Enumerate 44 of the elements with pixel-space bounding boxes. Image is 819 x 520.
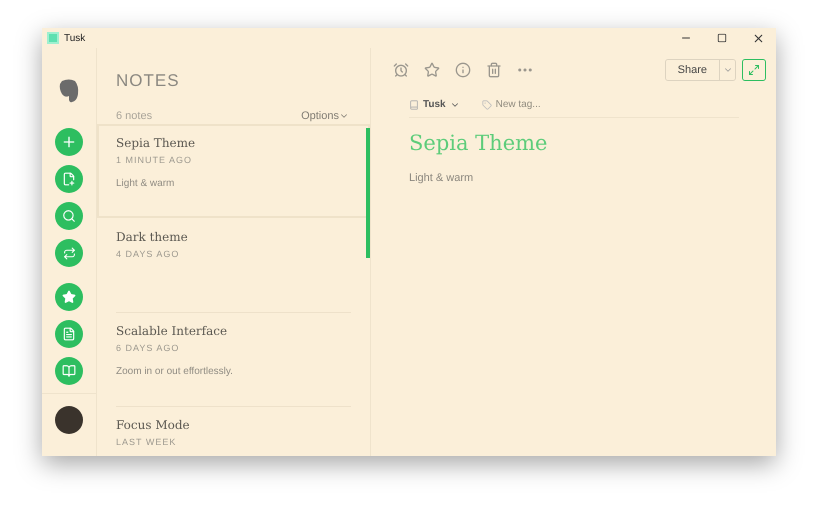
- tag-icon: [482, 100, 492, 110]
- notebook-selector[interactable]: Tusk: [409, 97, 460, 112]
- note-time: 1 MINUTE AGO: [116, 154, 194, 167]
- close-icon: [752, 32, 764, 44]
- shortcuts-button[interactable]: [55, 283, 83, 311]
- search-icon: [62, 209, 76, 223]
- maximize-icon: [717, 33, 727, 43]
- note-title: Dark theme: [116, 229, 189, 246]
- expand-button[interactable]: [742, 59, 766, 81]
- new-note-button[interactable]: [55, 128, 83, 156]
- note-title-heading: Sepia Theme: [409, 130, 548, 157]
- note-item[interactable]: Focus Mode LAST WEEK: [97, 406, 370, 500]
- note-item[interactable]: Scalable Interface 6 DAYS AGO Zoom in or out effortlessly.: [97, 312, 370, 406]
- plus-icon: [61, 134, 77, 150]
- document-icon: [62, 327, 76, 341]
- book-icon: [62, 364, 76, 378]
- notebooks-button[interactable]: [55, 357, 83, 385]
- document-plus-icon: [62, 172, 76, 186]
- note-body: Light & warm: [409, 170, 474, 186]
- note-title: Sepia Theme: [116, 135, 196, 152]
- star-icon: [62, 290, 76, 304]
- repeat-icon: [62, 246, 76, 260]
- tag-field[interactable]: New tag...: [496, 97, 586, 112]
- notes-heading: NOTES: [116, 70, 181, 92]
- note-time: 6 DAYS AGO: [116, 342, 180, 355]
- note-count: 6 notes: [116, 108, 152, 124]
- book-icon: [409, 100, 419, 110]
- notes-button[interactable]: [55, 320, 83, 348]
- note-item[interactable]: Dark theme 4 DAYS AGO: [97, 218, 370, 312]
- work-chat-button[interactable]: [55, 239, 83, 267]
- note-title: Focus Mode: [116, 417, 191, 434]
- app-logo-icon: [47, 32, 59, 44]
- window-title: Tusk: [64, 32, 86, 46]
- scrollbar[interactable]: [366, 128, 370, 258]
- search-button[interactable]: [55, 202, 83, 230]
- note-time: LAST WEEK: [116, 436, 178, 449]
- expand-icon: [748, 64, 760, 76]
- note-time: 4 DAYS AGO: [116, 248, 180, 261]
- options-dropdown[interactable]: Options: [301, 108, 349, 124]
- note-snippet: Zoom in or out effortlessly.: [116, 364, 234, 378]
- avatar[interactable]: [55, 406, 83, 434]
- note-title: Scalable Interface: [116, 323, 228, 340]
- note-snippet: Light & warm: [116, 176, 176, 190]
- new-chat-button[interactable]: [55, 165, 83, 193]
